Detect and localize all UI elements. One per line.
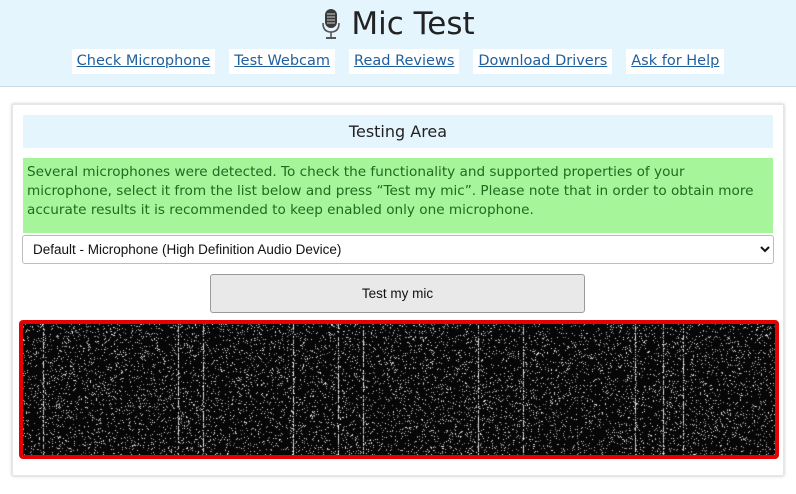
audio-visualizer bbox=[19, 320, 779, 459]
microphone-icon bbox=[321, 8, 341, 40]
title-row: Mic Test bbox=[0, 4, 796, 44]
nav-check-microphone[interactable]: Check Microphone bbox=[71, 49, 216, 74]
nav-read-reviews[interactable]: Read Reviews bbox=[349, 49, 460, 74]
testing-card: Testing Area Several microphones were de… bbox=[12, 104, 784, 476]
detection-notice-text: Several microphones were detected. To ch… bbox=[27, 164, 754, 218]
testing-area-title: Testing Area bbox=[23, 115, 773, 148]
microphone-select[interactable]: Default - Microphone (High Definition Au… bbox=[22, 235, 774, 264]
test-my-mic-button[interactable]: Test my mic bbox=[210, 274, 585, 313]
page-title: Mic Test bbox=[351, 6, 475, 42]
nav-test-webcam[interactable]: Test Webcam bbox=[229, 49, 336, 74]
detection-notice: Several microphones were detected. To ch… bbox=[23, 158, 773, 233]
top-nav: Check Microphone Test Webcam Read Reviews D… bbox=[0, 49, 796, 74]
visualizer-canvas bbox=[23, 324, 775, 455]
nav-download-drivers[interactable]: Download Drivers bbox=[473, 49, 613, 74]
nav-ask-for-help[interactable]: Ask for Help bbox=[626, 49, 725, 74]
site-header: Mic Test Check Microphone Test Webcam Read… bbox=[0, 0, 796, 87]
